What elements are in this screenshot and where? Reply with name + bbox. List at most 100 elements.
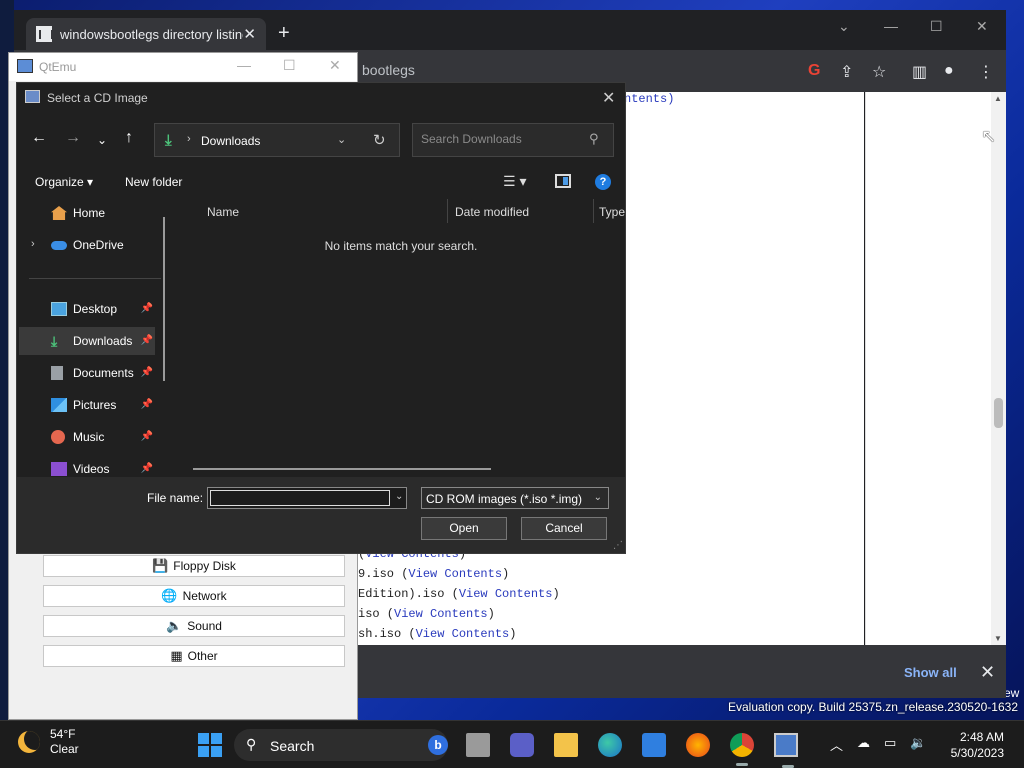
breadcrumb-chevron-icon[interactable]: › bbox=[187, 133, 191, 145]
clock[interactable]: 2:48 AM 5/30/2023 bbox=[944, 729, 1004, 761]
floppy-disk-button[interactable]: 💾 Floppy Disk bbox=[43, 555, 345, 577]
nav-item-documents[interactable]: Documents 📌 bbox=[19, 359, 155, 387]
up-arrow-icon[interactable]: ↑ bbox=[125, 129, 133, 147]
scroll-up-icon[interactable]: ▲ bbox=[994, 94, 1002, 103]
column-name[interactable]: Name bbox=[207, 205, 239, 219]
browser-close-button[interactable]: ✕ bbox=[976, 18, 988, 35]
expand-chevron-icon[interactable]: › bbox=[31, 238, 35, 250]
nav-item-pictures[interactable]: Pictures 📌 bbox=[19, 391, 155, 419]
star-icon[interactable]: ☆ bbox=[872, 62, 886, 82]
dialog-close-button[interactable]: ✕ bbox=[602, 88, 615, 108]
new-folder-button[interactable]: New folder bbox=[125, 175, 182, 189]
new-tab-button[interactable]: + bbox=[278, 22, 290, 45]
share-icon[interactable]: ⇪ bbox=[840, 62, 853, 82]
cancel-button[interactable]: Cancel bbox=[521, 517, 607, 540]
bing-icon[interactable]: b bbox=[428, 735, 448, 755]
qtemu-minimize-button[interactable]: — bbox=[237, 57, 251, 73]
download-bar-close-icon[interactable]: ✕ bbox=[980, 662, 995, 683]
scroll-down-icon[interactable]: ▼ bbox=[994, 634, 1002, 643]
volume-icon[interactable]: 🔉 bbox=[910, 735, 926, 754]
search-box[interactable]: ⚲ bbox=[412, 123, 614, 157]
network-icon[interactable]: ▭ bbox=[884, 735, 896, 754]
view-contents-link[interactable]: View Contents bbox=[416, 627, 510, 641]
file-name-input[interactable] bbox=[210, 490, 390, 506]
address-dropdown-icon[interactable]: ⌄ bbox=[337, 133, 346, 146]
view-options-icon[interactable]: ☰ ▾ bbox=[503, 173, 526, 190]
nav-item-downloads[interactable]: ⤓ Downloads 📌 bbox=[19, 327, 155, 355]
browser-tab[interactable]: windowsbootlegs directory listing ✕ bbox=[26, 18, 266, 50]
preview-pane-icon[interactable] bbox=[555, 174, 571, 188]
search-icon: ⚲ bbox=[246, 736, 257, 752]
back-arrow-icon[interactable]: ← bbox=[31, 129, 47, 147]
other-button[interactable]: ▦ Other bbox=[43, 645, 345, 667]
recent-locations-chevron-icon[interactable]: ⌄ bbox=[97, 133, 107, 147]
browser-minimize-button[interactable]: — bbox=[884, 18, 898, 34]
file-list-horizontal-scrollbar[interactable] bbox=[193, 468, 491, 470]
start-logo-pane bbox=[198, 733, 209, 744]
organize-button[interactable]: Organize ▾ bbox=[35, 175, 93, 189]
page-scrollbar[interactable]: ▲ ▼ bbox=[991, 92, 1006, 645]
sound-icon: 🔈 bbox=[166, 618, 183, 633]
network-button[interactable]: 🌐 Network bbox=[43, 585, 345, 607]
nav-item-home[interactable]: Home bbox=[19, 199, 155, 227]
resize-grip-icon[interactable]: ⋰ bbox=[613, 540, 623, 551]
store-icon[interactable] bbox=[642, 733, 666, 757]
nav-item-desktop[interactable]: Desktop 📌 bbox=[19, 295, 155, 323]
search-input[interactable] bbox=[421, 132, 581, 146]
address-bar-text[interactable]: bootlegs bbox=[362, 62, 415, 78]
file-name-combobox[interactable]: ⌄ bbox=[207, 487, 407, 509]
pin-icon[interactable]: 📌 bbox=[141, 367, 153, 378]
qtemu-maximize-button[interactable]: ☐ bbox=[283, 57, 296, 74]
nav-item-onedrive[interactable]: › OneDrive bbox=[19, 231, 155, 259]
column-date-modified[interactable]: Date modified bbox=[455, 205, 529, 219]
sidepanel-icon[interactable]: ▥ bbox=[912, 62, 927, 82]
chrome-icon[interactable] bbox=[730, 733, 754, 766]
column-type[interactable]: Type bbox=[599, 205, 625, 219]
start-button[interactable] bbox=[198, 733, 222, 757]
file-name-label: File name: bbox=[147, 491, 204, 505]
firefox-icon[interactable] bbox=[686, 733, 710, 757]
open-button[interactable]: Open bbox=[421, 517, 507, 540]
pin-icon[interactable]: 📌 bbox=[141, 303, 153, 314]
task-view-icon[interactable] bbox=[466, 733, 490, 757]
evaluation-watermark: Evaluation copy. Build 25375.zn_release.… bbox=[728, 700, 1018, 714]
view-contents-link[interactable]: View Contents bbox=[408, 567, 502, 581]
qtemu-close-button[interactable]: ✕ bbox=[329, 57, 341, 74]
nav-pane-scrollbar[interactable] bbox=[163, 217, 165, 381]
weather-widget[interactable]: 54°F Clear bbox=[18, 727, 79, 757]
scrollbar-thumb[interactable] bbox=[994, 398, 1003, 428]
refresh-icon[interactable]: ↻ bbox=[373, 131, 386, 149]
edge-icon[interactable] bbox=[598, 733, 622, 757]
google-icon[interactable]: G bbox=[808, 62, 820, 80]
tab-close-icon[interactable]: ✕ bbox=[243, 25, 256, 43]
view-contents-link[interactable]: View Contents bbox=[459, 587, 553, 601]
view-contents-link[interactable]: View Contents bbox=[394, 607, 488, 621]
pin-icon[interactable]: 📌 bbox=[141, 335, 153, 346]
file-type-filter-select[interactable]: CD ROM images (*.iso *.img) ⌄ bbox=[421, 487, 609, 509]
taskbar-search[interactable]: ⚲ Search b bbox=[234, 729, 448, 761]
address-bar[interactable]: ⤓ › Downloads ⌄ bbox=[154, 123, 400, 157]
column-separator[interactable] bbox=[447, 199, 448, 223]
address-location-label[interactable]: Downloads bbox=[201, 134, 260, 148]
file-explorer-icon[interactable] bbox=[554, 733, 578, 757]
browser-maximize-button[interactable]: ☐ bbox=[930, 18, 943, 35]
taskbar: 54°F Clear ⚲ Search b ︿ ☁ ▭ 🔉 2:48 AM 5/… bbox=[0, 720, 1024, 768]
forward-arrow-icon[interactable]: → bbox=[65, 129, 81, 147]
tray-overflow-chevron-icon[interactable]: ︿ bbox=[830, 735, 843, 754]
tray-cloud-icon[interactable]: ☁ bbox=[857, 735, 870, 754]
file-name-dropdown-icon[interactable]: ⌄ bbox=[395, 491, 403, 502]
show-all-button[interactable]: Show all bbox=[904, 665, 957, 680]
filter-dropdown-icon[interactable]: ⌄ bbox=[594, 492, 602, 503]
qtemu-taskbar-icon[interactable] bbox=[774, 733, 798, 768]
tab-search-chevron-icon[interactable]: ⌄ bbox=[838, 18, 850, 35]
sound-button[interactable]: 🔈 Sound bbox=[43, 615, 345, 637]
pin-icon[interactable]: 📌 bbox=[141, 399, 153, 410]
pin-icon[interactable]: 📌 bbox=[141, 431, 153, 442]
menu-icon[interactable]: ⋮ bbox=[978, 62, 994, 82]
profile-icon[interactable]: ● bbox=[944, 62, 954, 80]
teams-chat-icon[interactable] bbox=[510, 733, 534, 757]
help-icon[interactable]: ? bbox=[595, 174, 611, 190]
pin-icon[interactable]: 📌 bbox=[141, 463, 153, 474]
column-separator[interactable] bbox=[593, 199, 594, 223]
nav-item-music[interactable]: Music 📌 bbox=[19, 423, 155, 451]
